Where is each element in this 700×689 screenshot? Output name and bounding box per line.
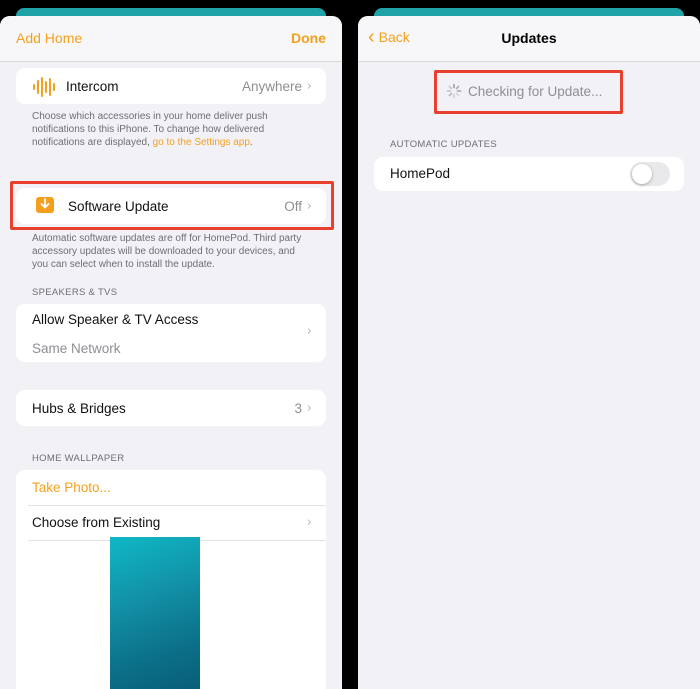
speaker-access-value: Same Network (32, 341, 121, 356)
checking-status: Checking for Update... (446, 83, 602, 99)
software-update-footnote: Automatic software updates are off for H… (32, 233, 302, 270)
intercom-value: Anywhere (241, 78, 302, 94)
waveform-icon (32, 75, 55, 97)
wallpaper-section-header: HOME WALLPAPER (32, 453, 125, 464)
updates-sheet: ‹ Back Updates (358, 16, 700, 689)
automatic-updates-header: AUTOMATIC UPDATES (390, 139, 497, 150)
page-title: Updates (501, 30, 557, 46)
hubs-bridges-row[interactable]: Hubs & Bridges 3 › (16, 390, 326, 426)
chevron-right-icon: › (306, 78, 312, 94)
chevron-right-icon: › (306, 324, 312, 339)
toggle-knob (632, 164, 652, 184)
homepod-toggle[interactable] (630, 162, 670, 186)
done-button[interactable]: Done (291, 30, 326, 46)
checking-label: Checking for Update... (468, 83, 603, 99)
choose-existing-label: Choose from Existing (32, 515, 161, 530)
settings-app-link[interactable]: go to the Settings app (153, 137, 250, 148)
speakers-section-header: SPEAKERS & TVS (32, 287, 118, 298)
intercom-label: Intercom (66, 78, 119, 94)
take-photo-button[interactable]: Take Photo... (32, 480, 111, 495)
wallpaper-preview[interactable] (110, 537, 200, 689)
choose-existing-row[interactable]: Choose from Existing › (16, 506, 326, 540)
highlight-box (10, 181, 334, 230)
chevron-right-icon: › (306, 515, 312, 530)
nav-bar: ‹ Back Updates (358, 16, 700, 62)
intercom-row[interactable]: Intercom Anywhere › (16, 68, 326, 104)
spinner-icon (446, 83, 462, 99)
nav-bar: Add Home Done (0, 16, 342, 62)
intercom-footnote: Choose which accessories in your home de… (32, 111, 268, 148)
homepod-label: HomePod (390, 166, 451, 181)
chevron-right-icon: › (306, 400, 312, 416)
add-home-button[interactable]: Add Home (16, 30, 82, 46)
speaker-access-label: Allow Speaker & TV Access (32, 312, 199, 327)
hubs-bridges-count: 3 (294, 400, 302, 416)
speaker-access-row[interactable]: Allow Speaker & TV Access Same Network › (16, 304, 326, 362)
hubs-bridges-label: Hubs & Bridges (32, 400, 126, 416)
homepod-row: HomePod (374, 157, 684, 191)
home-settings-panel: Add Home Done Intercom Anywhere › Choose… (0, 0, 342, 689)
updates-panel: ‹ Back Updates Checking for Update... AU… (358, 0, 700, 689)
